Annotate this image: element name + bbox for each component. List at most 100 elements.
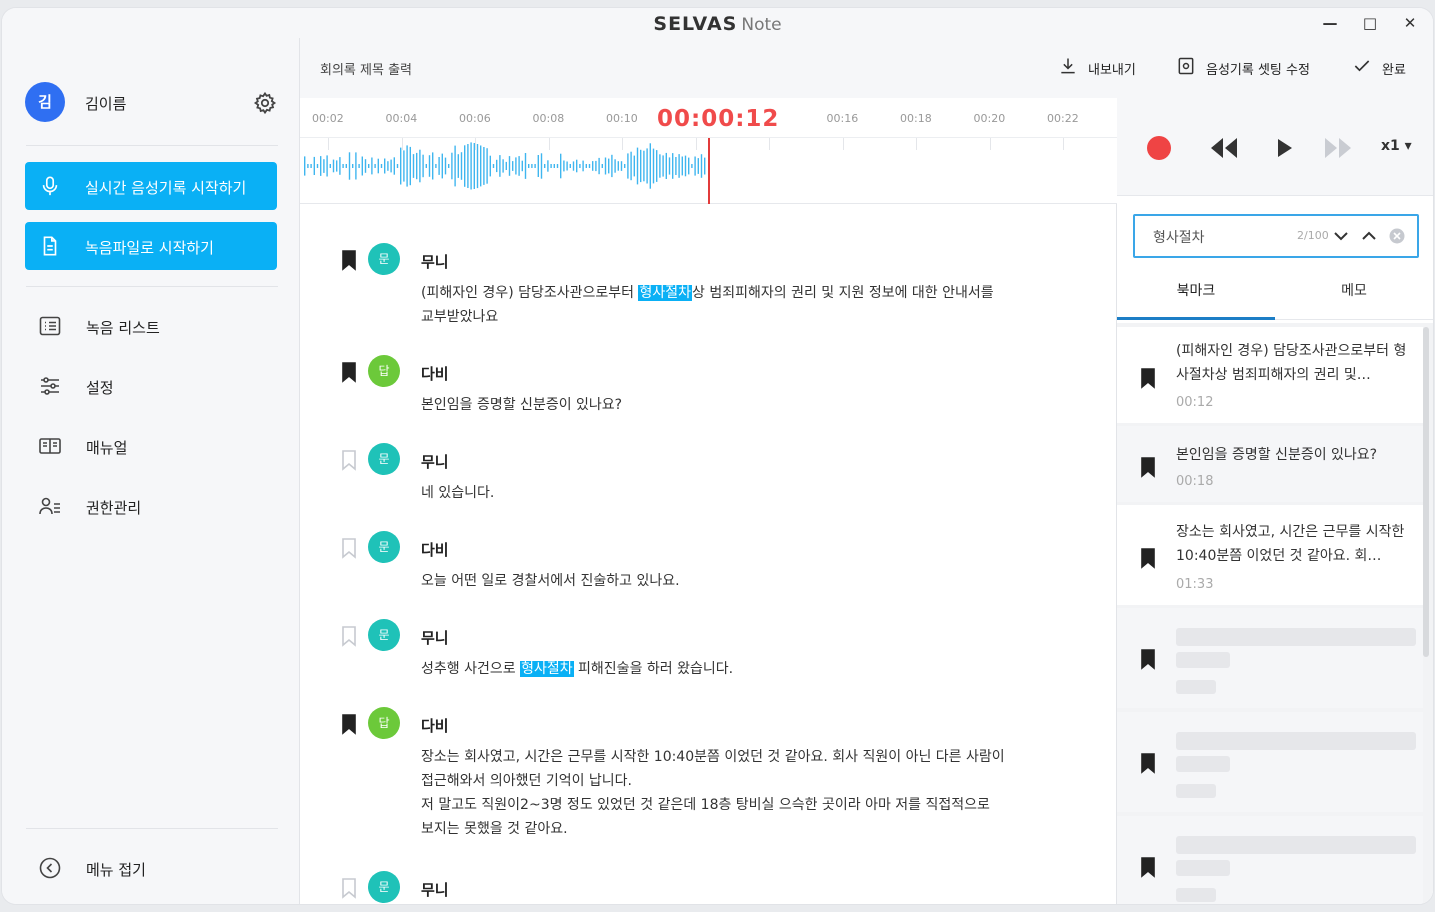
text-segment: 오늘 어떤 일로 경찰서에서 진술하고 있나요. (421, 573, 680, 589)
timeline-tick: 00:16 (826, 112, 859, 125)
page-title: 회의록 제목 출력 (320, 63, 412, 78)
waveform-bar (604, 157, 607, 175)
maximize-button[interactable]: □ (1358, 12, 1382, 36)
bookmark-icon[interactable] (340, 449, 358, 471)
waveform-bar (528, 164, 530, 168)
bookmark-icon[interactable] (340, 537, 358, 559)
close-button[interactable]: ✕ (1398, 12, 1422, 36)
waveform-bar (310, 164, 312, 168)
waveform-bar (598, 157, 600, 175)
bookmark-icon (1139, 547, 1157, 569)
waveform-bar (304, 156, 306, 176)
waveform-bar (566, 161, 568, 171)
timeline-tick: 00:04 (385, 112, 418, 125)
list-icon (39, 316, 61, 336)
bookmark-time: 00:12 (1176, 395, 1214, 410)
download-icon (1061, 58, 1075, 74)
waveform-bar (342, 164, 344, 168)
bookmark-text: 본인임을 증명할 신분증이 있나요? (1176, 447, 1378, 463)
speaker-name: 다비 (421, 717, 449, 735)
waveform-bar (681, 156, 683, 176)
timeline-tick-mark (695, 138, 697, 150)
playhead[interactable] (708, 138, 710, 204)
waveform-bar (585, 164, 587, 168)
speaker-name: 무니 (421, 253, 449, 271)
search-result-count: 2/100 (1297, 229, 1329, 242)
playback-speed[interactable]: x1 ▾ (1381, 138, 1412, 154)
speaker-name: 무니 (421, 453, 449, 471)
user-permission-icon (39, 497, 60, 515)
tab-bookmarks[interactable]: 북마크 (1117, 270, 1275, 320)
scrollbar[interactable] (1423, 327, 1429, 657)
timeline-tick: 00:22 (1047, 112, 1079, 125)
bookmark-icon[interactable] (340, 249, 358, 271)
rewind-icon[interactable] (1209, 134, 1239, 162)
waveform-bar (579, 164, 581, 168)
gear-icon[interactable] (253, 91, 277, 115)
chevron-down-icon[interactable] (1331, 226, 1351, 246)
waveform-bar (316, 164, 319, 168)
skeleton-line (1176, 732, 1416, 750)
bookmark-item-loading (1117, 712, 1423, 812)
timeline-tick-mark (842, 138, 844, 150)
timeline-tick: 00:08 (532, 112, 565, 125)
waveform-bar (515, 157, 517, 175)
waveform-bar (688, 157, 690, 175)
waveform-bar (355, 152, 357, 180)
waveform-bar (544, 164, 546, 168)
waveform-bar (576, 159, 578, 173)
fast-forward-icon[interactable] (1323, 134, 1353, 162)
bookmark-item[interactable]: 장소는 회사였고, 시간은 근무를 시작한 10:40분쯤 이었던 것 같아요.… (1117, 505, 1423, 605)
nav-settings[interactable]: 설정 (38, 368, 278, 404)
nav-manual[interactable]: 매뉴얼 (38, 428, 278, 464)
waveform-bar (345, 164, 347, 168)
tab-memo[interactable]: 메모 (1275, 270, 1433, 320)
clear-search-icon[interactable] (1387, 226, 1407, 246)
bookmark-text: (피해자인 경우) 담당조사관으로부터 형사절차상 범죄피해자의 권리 및… (1176, 343, 1407, 383)
chevron-up-icon[interactable] (1359, 226, 1379, 246)
waveform-bar (668, 157, 671, 175)
start-realtime-label: 실시간 음성기록 시작하기 (85, 179, 247, 197)
waveform-bar (620, 161, 623, 171)
bookmark-icon[interactable] (340, 877, 358, 899)
speaker-badge: 문 (368, 619, 400, 651)
edit-settings-label: 음성기록 셋팅 수정 (1206, 63, 1310, 78)
minimize-button[interactable]: — (1318, 12, 1342, 36)
start-realtime-recording-button[interactable]: 실시간 음성기록 시작하기 (25, 162, 277, 210)
app-brand: SELVAS Note (2, 13, 1433, 35)
play-icon[interactable] (1269, 134, 1299, 162)
waveform[interactable] (300, 138, 1117, 204)
waveform-bar (569, 164, 571, 168)
bookmark-icon[interactable] (340, 361, 358, 383)
waveform-bar (646, 148, 648, 184)
waveform-bar (595, 160, 597, 172)
sliders-icon (41, 377, 59, 395)
bookmark-item[interactable]: 본인임을 증명할 신분증이 있나요? 00:18 (1117, 426, 1423, 502)
waveform-bar (348, 152, 351, 180)
text-segment: 본인임을 증명할 신분증이 있나요? (421, 397, 623, 413)
bookmark-icon[interactable] (340, 625, 358, 647)
waveform-bar (592, 161, 594, 171)
waveform-bar (508, 156, 511, 176)
text-segment: 피해진술을 하러 왔습니다. (573, 661, 734, 677)
timeline-tick-mark (989, 138, 991, 150)
transcript-text: 장소는 회사였고, 시간은 근무를 시작한 10:40분쯤 이었던 것 같아요.… (421, 745, 1081, 841)
nav-permissions[interactable]: 권한관리 (38, 488, 278, 524)
collapse-menu-button[interactable]: 메뉴 접기 (38, 850, 278, 886)
waveform-bar (556, 164, 559, 168)
timeline[interactable]: 00:0200:0400:0600:0800:1000:12:1400:1600… (300, 98, 1117, 204)
waveform-bar (464, 145, 466, 187)
speaker-badge: 문 (368, 531, 400, 563)
waveform-bar (412, 154, 415, 178)
start-from-file-button[interactable]: 녹음파일로 시작하기 (25, 222, 277, 270)
bookmark-icon[interactable] (340, 713, 358, 735)
search-input[interactable]: 형사절차 2/100 (1133, 214, 1419, 258)
record-button[interactable] (1147, 136, 1171, 160)
nav-recording-list[interactable]: 녹음 리스트 (38, 308, 278, 344)
transcript-text: (피해자인 경우) 담당조사관으로부터 형사절차상 범죄피해자의 권리 및 지원… (421, 281, 1081, 329)
waveform-bar (563, 160, 565, 172)
waveform-bar (521, 160, 523, 172)
bookmark-list: (피해자인 경우) 담당조사관으로부터 형사절차상 범죄피해자의 권리 및… 00… (1117, 323, 1433, 904)
timeline-tick-mark (401, 138, 403, 150)
bookmark-item[interactable]: (피해자인 경우) 담당조사관으로부터 형사절차상 범죄피해자의 권리 및… 00… (1117, 327, 1423, 423)
